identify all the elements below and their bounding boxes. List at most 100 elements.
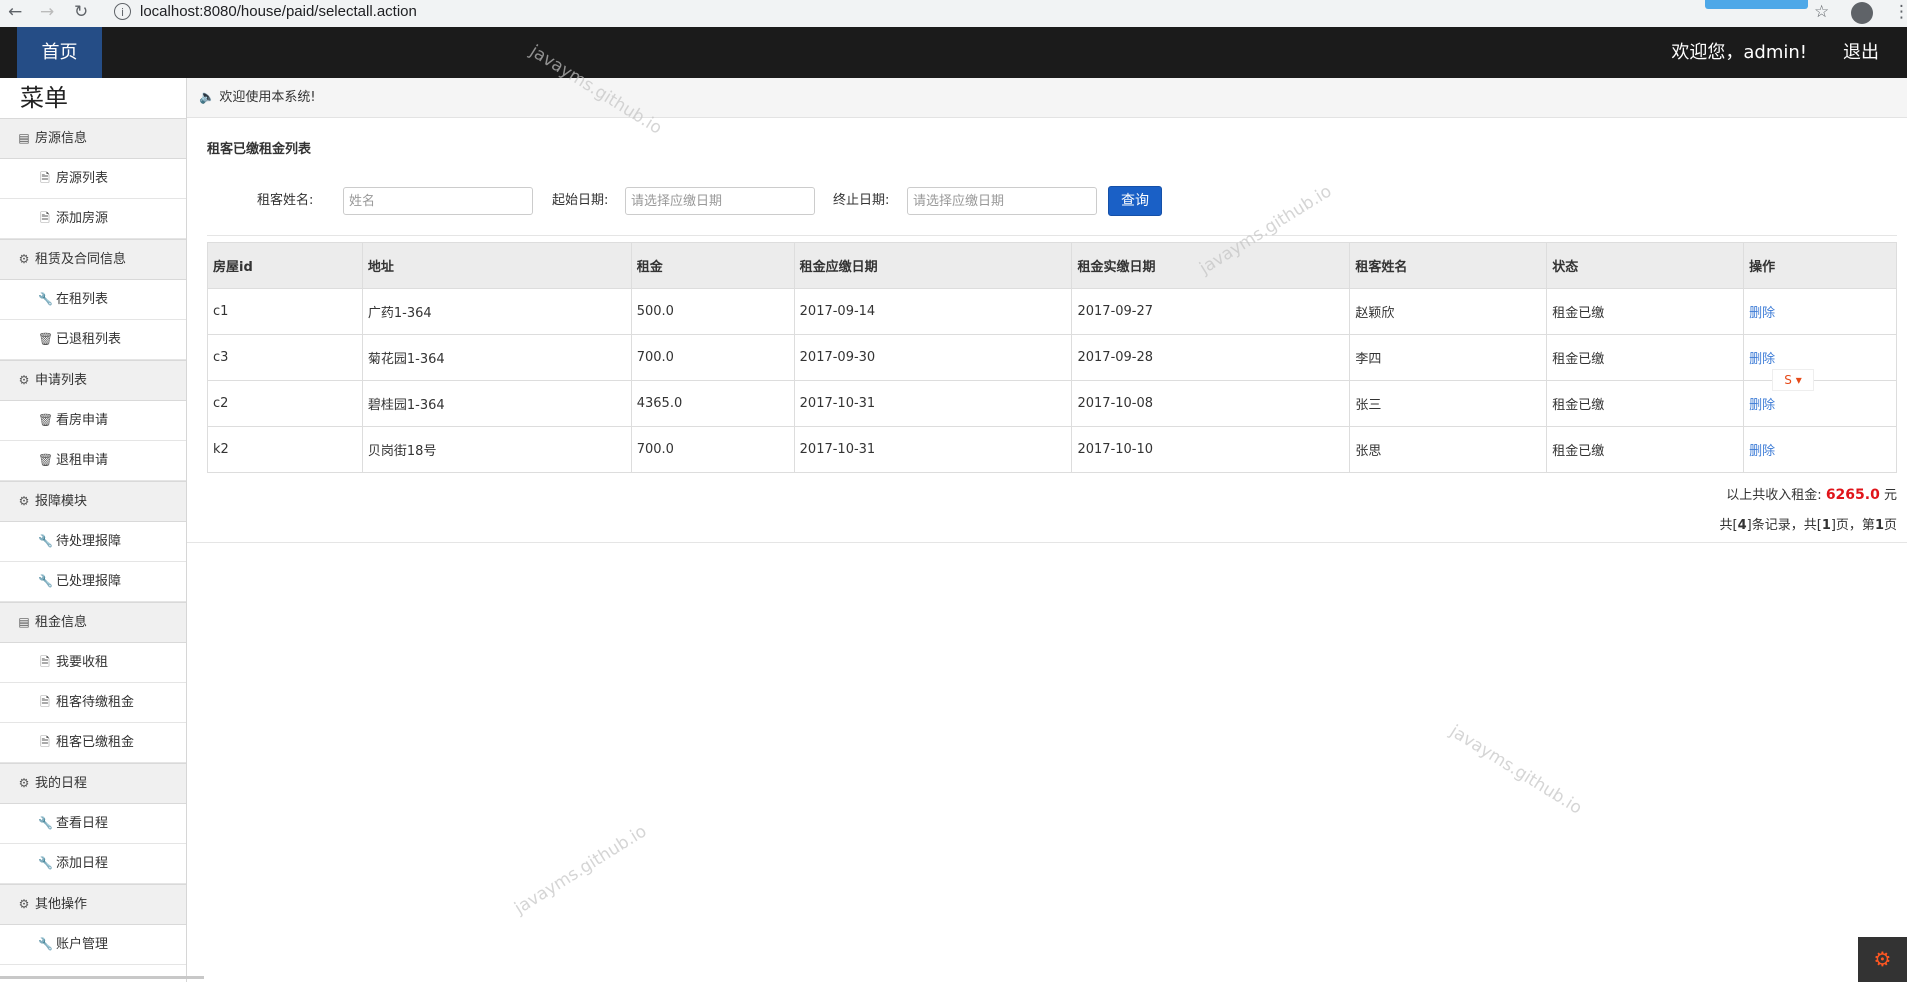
table-row: k2 贝岗街18号 700.0 2017-10-31 2017-10-10 张思 租金已缴删… (207, 426, 1897, 473)
sidebar-item[interactable]: 🗎 租客已缴租金 (0, 723, 186, 763)
corner-widget-icon[interactable]: ⚙ (1858, 937, 1907, 982)
column-header: 地址 (361, 242, 632, 289)
star-icon[interactable]: ☆ (1814, 2, 1829, 22)
address-bar[interactable]: localhost:8080/house/paid/selectall.acti… (140, 3, 417, 20)
gear-icon: ⚙ (18, 897, 30, 911)
sidebar-item-label: 查看日程 (56, 816, 109, 831)
sidebar-menu: ▤ 房源信息 🗎 房源列表 🗎 添加房源 ⚙ 租赁及合同信息 🔧 在租列表 🗑 已退租列表 ⚙ 申请列表 🗑… (0, 118, 186, 965)
delete-link[interactable]: 删除 (1743, 288, 1897, 335)
sidebar-group[interactable]: ▤ 租金信息 (0, 602, 186, 643)
paid-rent-table: 房屋id 地址 租金 租金应缴日期 租金实缴日期 租客姓名 状态 操作 c1 广药1-364 50… (207, 242, 1897, 473)
sidebar-item[interactable]: 🗎 房源列表 (0, 159, 186, 199)
logout-link[interactable]: 退出 (1843, 27, 1879, 78)
forward-arrow-icon[interactable]: → (40, 2, 54, 22)
table-cell: 租金已缴 (1546, 334, 1745, 381)
notice-bar: 🔈 欢迎使用本系统! (187, 78, 1907, 118)
sidebar-item-label: 添加日程 (56, 856, 109, 871)
table-cell: 2017-10-31 (793, 426, 1073, 473)
column-header: 租金应缴日期 (793, 242, 1073, 289)
sidebar-item-label: 租客待缴租金 (56, 695, 135, 710)
sidebar-group[interactable]: ⚙ 申请列表 (0, 360, 186, 401)
sidebar-group[interactable]: ⚙ 我的日程 (0, 763, 186, 804)
sidebar-item[interactable]: 🗑 退租申请 (0, 441, 186, 481)
tenant-name-input[interactable] (343, 187, 533, 215)
trash-icon: 🗑 (38, 453, 54, 467)
sidebar-item[interactable]: 🗑 看房申请 (0, 401, 186, 441)
sidebar-group-label: 房源信息 (35, 131, 88, 146)
table-cell: 赵颖欣 (1349, 288, 1548, 335)
sidebar-item[interactable]: 🔧 已处理报障 (0, 562, 186, 602)
table-cell: 菊花园1-364 (361, 334, 632, 381)
file-icon: 🗎 (40, 655, 50, 669)
extension-badge[interactable] (1705, 0, 1808, 9)
sidebar-group[interactable]: ⚙ 其他操作 (0, 884, 186, 925)
pagination-info: 共[4]条记录，共[1]页，第1页 (1720, 514, 1897, 533)
table-cell: 张思 (1349, 426, 1548, 473)
table-cell: 广药1-364 (361, 288, 632, 335)
table-cell: 张三 (1349, 380, 1548, 427)
sidebar-group-label: 报障模块 (35, 494, 88, 509)
sidebar-item[interactable]: 🗎 我要收租 (0, 643, 186, 683)
table-cell: 碧桂园1-364 (361, 380, 632, 427)
sidebar-item[interactable]: 🔧 待处理报障 (0, 522, 186, 562)
top-navbar: 首页 欢迎您，admin! 退出 (0, 27, 1907, 78)
sidebar-group-label: 租赁及合同信息 (35, 252, 127, 267)
end-date-input[interactable] (907, 187, 1097, 215)
file-icon: 🗎 (40, 211, 50, 225)
reload-icon[interactable]: ↻ (74, 2, 88, 22)
tenant-name-label: 租客姓名: (257, 193, 314, 208)
sidebar-item[interactable]: 🗑 已退租列表 (0, 320, 186, 360)
table-cell: 租金已缴 (1546, 426, 1745, 473)
table-cell: 2017-10-10 (1071, 426, 1351, 473)
sidebar-item[interactable]: 🔧 在租列表 (0, 280, 186, 320)
column-header: 状态 (1546, 242, 1745, 289)
table-row: c3 菊花园1-364 700.0 2017-09-30 2017-09-28 李四 租金已… (207, 334, 1897, 381)
table-cell: c1 (207, 288, 363, 335)
trash-icon: 🗑 (38, 332, 54, 346)
floating-widget-icon[interactable]: S ▾ (1772, 369, 1814, 391)
home-nav-button[interactable]: 首页 (17, 27, 102, 78)
table-cell: 贝岗街18号 (361, 426, 632, 473)
sidebar-item-label: 已处理报障 (56, 574, 122, 589)
table-cell: 2017-10-08 (1071, 380, 1351, 427)
rent-summary: 以上共收入租金: 6265.0 元 (1726, 484, 1897, 503)
sidebar-group-label: 我的日程 (35, 776, 88, 791)
info-icon[interactable]: i (114, 3, 131, 20)
record-count: 4 (1737, 518, 1747, 533)
sidebar-item-label: 我要收租 (56, 655, 109, 670)
back-arrow-icon[interactable]: ← (8, 2, 22, 22)
summary-label: 以上共收入租金: (1726, 488, 1822, 503)
page-count: 1 (1821, 518, 1831, 533)
more-menu-icon[interactable]: ⋮ (1893, 2, 1907, 22)
sidebar-scrollbar[interactable] (0, 976, 204, 979)
table-cell: 租金已缴 (1546, 288, 1745, 335)
sidebar-item[interactable]: 🔧 账户管理 (0, 925, 186, 965)
query-button[interactable]: 查询 (1108, 186, 1162, 216)
pager-text: 共[ (1719, 518, 1738, 533)
table-cell: c3 (207, 334, 363, 381)
table-cell: 2017-09-27 (1071, 288, 1351, 335)
start-date-input[interactable] (625, 187, 815, 215)
table-row: c2 碧桂园1-364 4365.0 2017-10-31 2017-10-08 张三 租金… (207, 380, 1897, 427)
gear-icon: ⚙ (18, 252, 30, 266)
page-title: 租客已缴租金列表 (207, 142, 312, 157)
sidebar-group[interactable]: ⚙ 租赁及合同信息 (0, 239, 186, 280)
divider (187, 542, 1907, 543)
sidebar-item[interactable]: 🔧 添加日程 (0, 844, 186, 884)
sidebar-item-label: 看房申请 (56, 413, 109, 428)
notice-text: 欢迎使用本系统! (219, 90, 316, 105)
sidebar-item[interactable]: 🔧 查看日程 (0, 804, 186, 844)
sidebar-group[interactable]: ▤ 房源信息 (0, 118, 186, 159)
table-cell: 2017-09-14 (793, 288, 1073, 335)
delete-link[interactable]: 删除 (1743, 426, 1897, 473)
profile-avatar-icon[interactable] (1851, 2, 1873, 24)
sidebar-item[interactable]: 🗎 添加房源 (0, 199, 186, 239)
delete-link[interactable]: 删除 (1743, 334, 1897, 381)
table-header-row: 房屋id 地址 租金 租金应缴日期 租金实缴日期 租客姓名 状态 操作 (207, 242, 1897, 289)
watermark: javayms.github.io (511, 821, 651, 919)
sidebar-item[interactable]: 🗎 租客待缴租金 (0, 683, 186, 723)
file-icon: 🗎 (40, 695, 50, 709)
sidebar-item-label: 账户管理 (56, 937, 109, 952)
sidebar-group[interactable]: ⚙ 报障模块 (0, 481, 186, 522)
delete-link[interactable]: 删除 (1743, 380, 1897, 427)
